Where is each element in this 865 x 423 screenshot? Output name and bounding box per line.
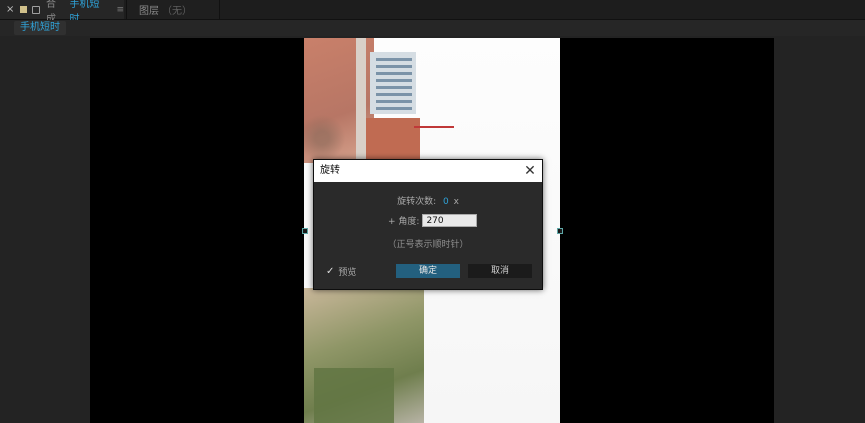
rotation-count-label: 旋转次数:: [397, 197, 437, 207]
ok-button[interactable]: 确定: [396, 264, 460, 278]
close-icon[interactable]: ×: [6, 4, 14, 15]
breadcrumb: 手机短时: [0, 20, 865, 36]
tab-layer[interactable]: 图层 （无）: [126, 0, 220, 19]
menu-icon[interactable]: ≡: [116, 5, 124, 15]
panel-tab-bar: × 合成 手机短时 ≡ 图层 （无）: [0, 0, 865, 25]
tab-composition[interactable]: × 合成 手机短时 ≡: [0, 0, 124, 25]
breadcrumb-item[interactable]: 手机短时: [14, 21, 66, 35]
clockwise-note: （正号表示顺时针）: [387, 240, 469, 250]
angle-input[interactable]: [422, 214, 478, 227]
transform-handle-right[interactable]: [557, 228, 563, 234]
rotate-dialog: 旋转 ✕ 旋转次数: 0 x + 角度: （正号表示顺时针） ✓ 预览 确定 取…: [313, 159, 543, 290]
lock-icon[interactable]: [20, 6, 28, 13]
tab-layer-label: 图层: [139, 6, 159, 17]
cancel-button[interactable]: 取消: [468, 264, 532, 278]
preview-label: 预览: [338, 268, 357, 278]
padlock-icon[interactable]: [32, 5, 41, 14]
tab-layer-value: （无）: [162, 6, 192, 17]
close-icon[interactable]: ✕: [523, 164, 537, 178]
photo-shrubs: [314, 368, 394, 423]
transform-handle-left[interactable]: [302, 228, 308, 234]
rotation-count-row: 旋转次数: 0 x: [314, 194, 542, 207]
photo-red-building: [366, 118, 420, 162]
rotation-count-unit: x: [453, 197, 459, 207]
dialog-titlebar: 旋转 ✕: [314, 160, 542, 182]
dialog-title: 旋转: [320, 165, 340, 176]
preview-checkbox[interactable]: ✓ 预览: [326, 265, 356, 278]
photo-building-windows: [376, 58, 412, 110]
angle-row: + 角度:: [388, 214, 478, 227]
rotation-count-value[interactable]: 0: [443, 197, 449, 207]
checkmark-icon[interactable]: ✓: [326, 266, 334, 277]
angle-label: + 角度:: [388, 217, 420, 227]
photo-crane: [414, 126, 454, 128]
